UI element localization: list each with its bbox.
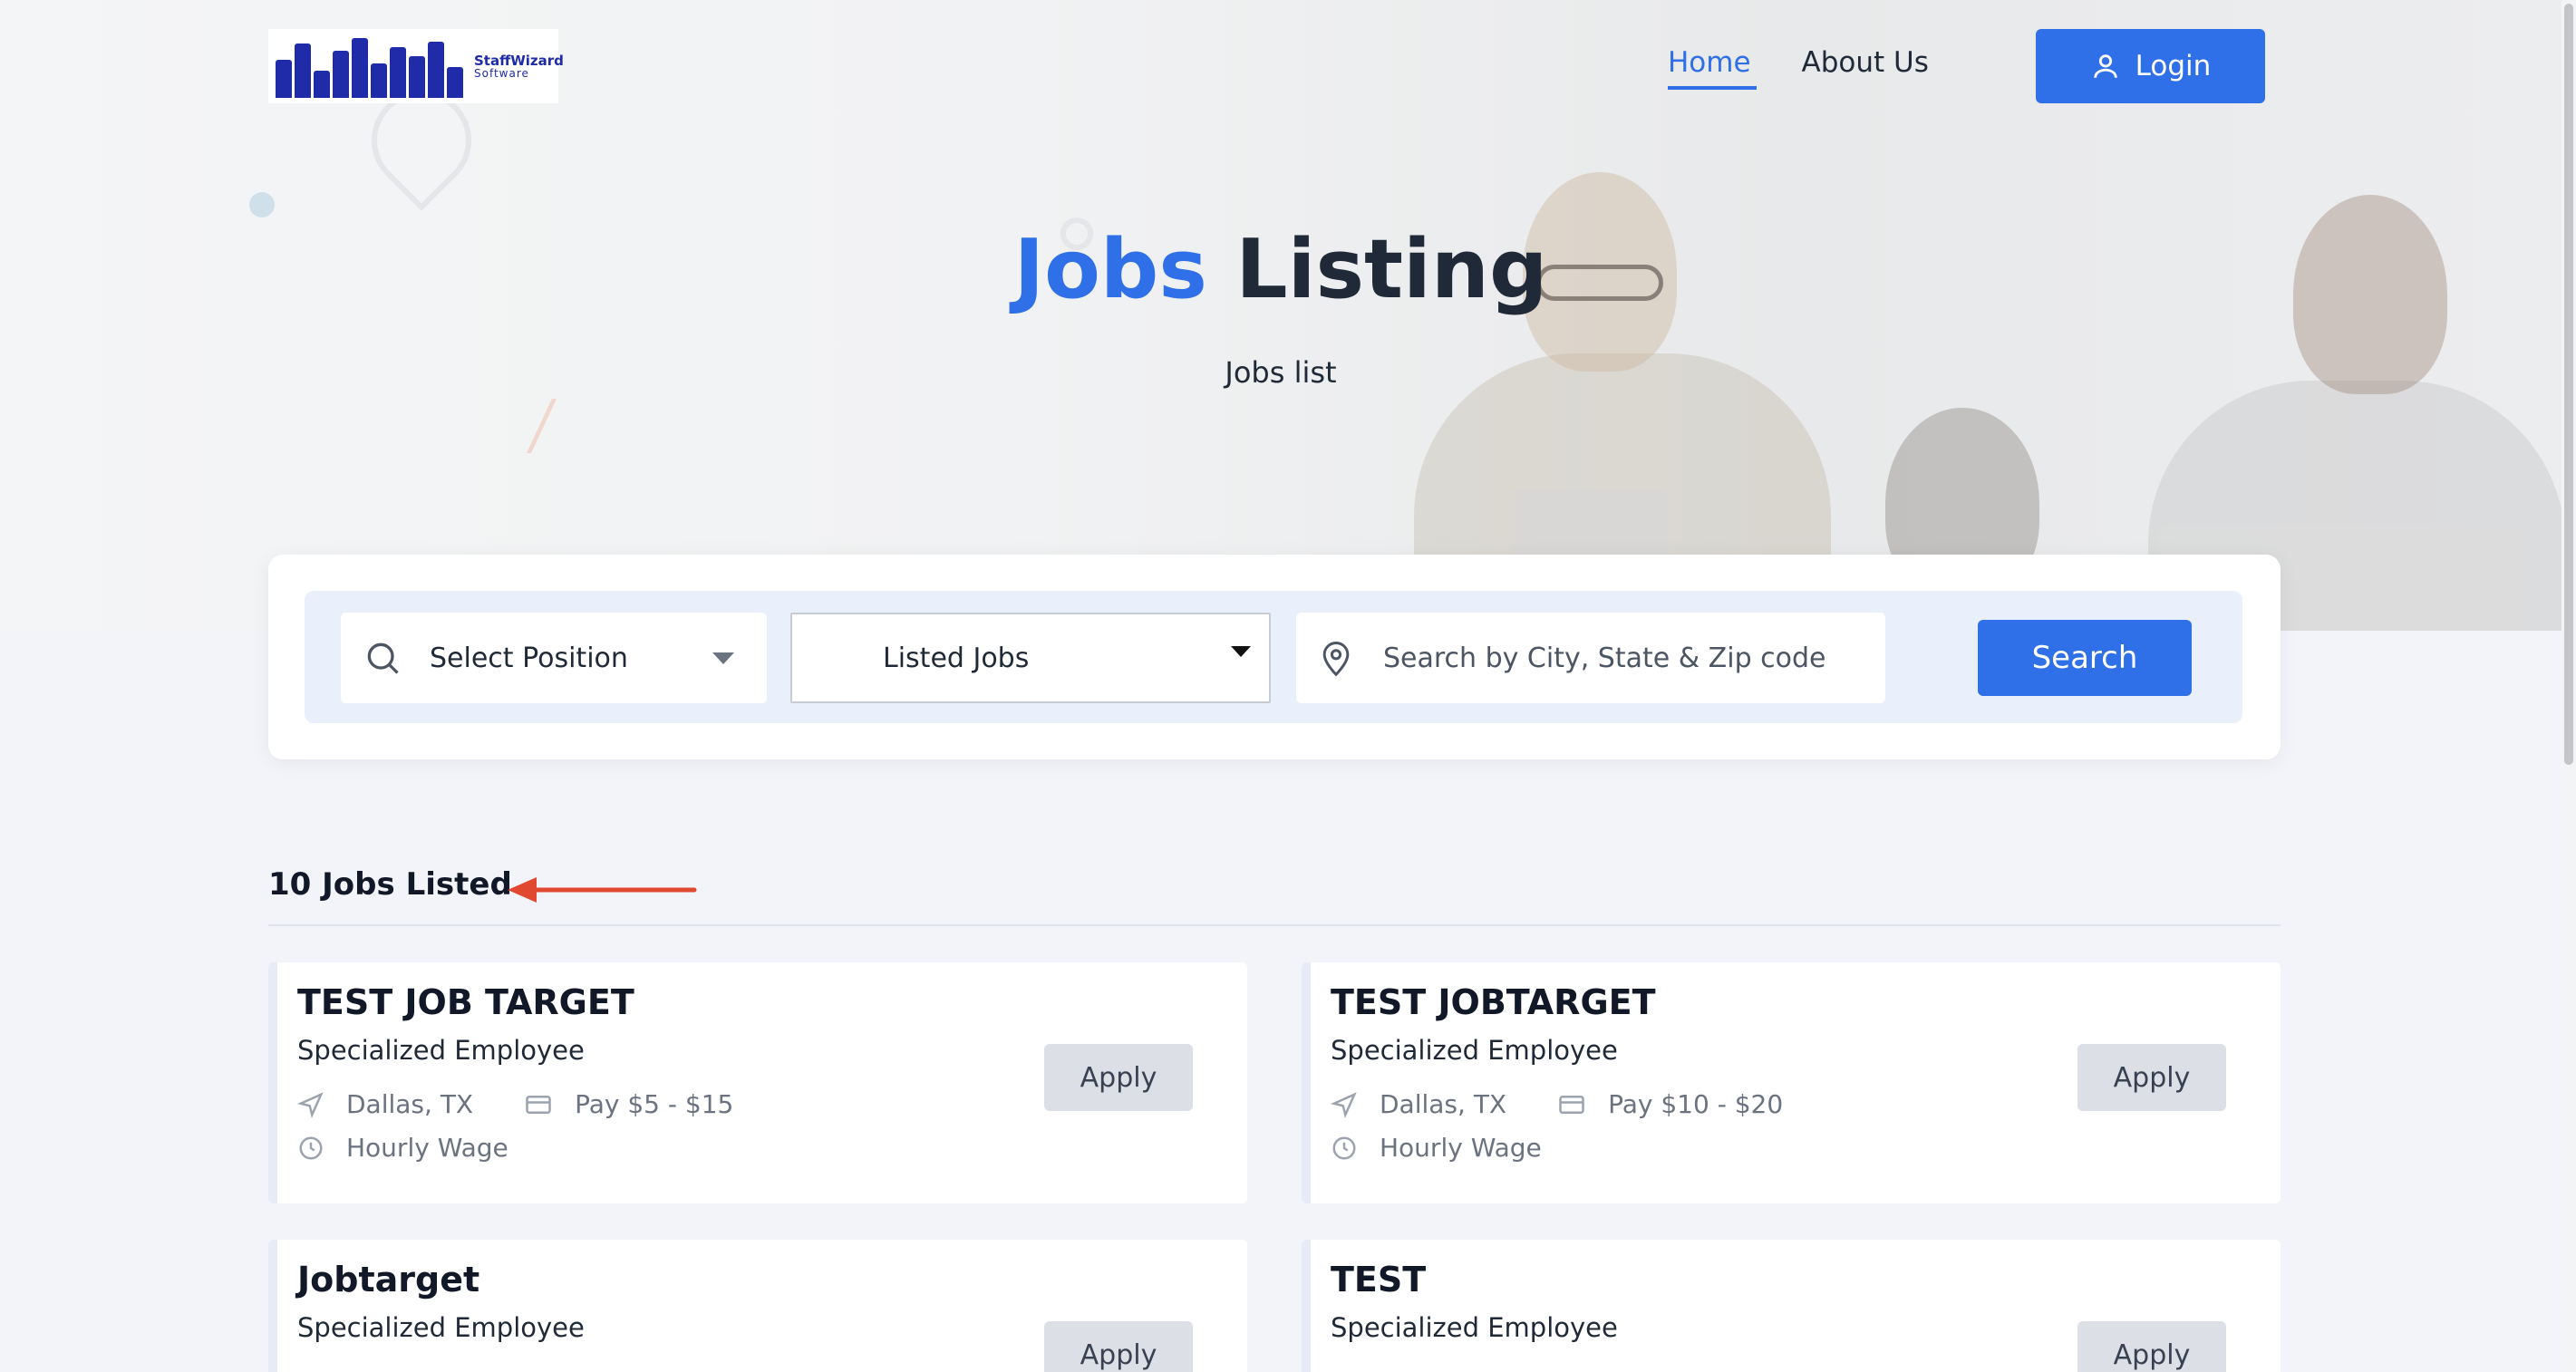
job-position: Specialized Employee <box>1331 1035 1618 1066</box>
chevron-down-icon <box>712 652 734 664</box>
job-meta-wage: Hourly Wage <box>1331 1133 1542 1163</box>
logo-subtext: Software <box>474 66 529 80</box>
job-location: Dallas, TX <box>1380 1089 1507 1119</box>
position-select[interactable]: Select Position <box>341 613 767 703</box>
job-meta-wage: Hourly Wage <box>297 1133 508 1163</box>
job-pay: Pay $10 - $20 <box>1608 1089 1784 1119</box>
job-card[interactable]: TEST JOBTARGET Specialized Employee Dall… <box>1302 962 2281 1203</box>
page-title-accent: Jobs <box>1013 222 1207 317</box>
logo-mark-icon <box>276 34 463 98</box>
clock-icon <box>299 1136 323 1159</box>
credit-card-icon <box>526 1095 551 1114</box>
page-title-rest: Listing <box>1235 222 1548 317</box>
job-title[interactable]: TEST JOBTARGET <box>1331 982 1656 1022</box>
map-pin-icon <box>1322 642 1350 677</box>
job-location: Dallas, TX <box>346 1089 474 1119</box>
job-wage-type: Hourly Wage <box>1380 1133 1542 1163</box>
scrollbar-thumb[interactable] <box>2564 4 2573 765</box>
navigation-icon <box>297 1091 324 1118</box>
location-input-placeholder: Search by City, State & Zip code <box>1383 642 1826 674</box>
job-position: Specialized Employee <box>297 1312 585 1343</box>
job-pay: Pay $5 - $15 <box>575 1089 734 1119</box>
nav-home[interactable]: Home <box>1668 46 1757 90</box>
job-card[interactable]: TEST Specialized Employee Apply <box>1302 1240 2281 1372</box>
search-icon <box>367 643 399 674</box>
job-meta: Dallas, TX Pay $10 - $20 <box>1331 1089 1783 1119</box>
chevron-down-icon <box>1231 646 1251 657</box>
position-select-value: Select Position <box>430 642 628 674</box>
job-title[interactable]: TEST JOB TARGET <box>297 982 634 1022</box>
search-button[interactable]: Search <box>1978 620 2192 696</box>
search-bar: Select Position Listed Jobs Search by Ci… <box>305 591 2242 723</box>
apply-button[interactable]: Apply <box>1044 1044 1193 1111</box>
decorative-lines <box>527 399 588 453</box>
credit-card-icon <box>1559 1095 1584 1114</box>
job-title[interactable]: Jobtarget <box>297 1260 479 1300</box>
logo[interactable]: StaffWizard Software <box>268 29 564 103</box>
job-card[interactable]: Jobtarget Specialized Employee Apply <box>268 1240 1247 1372</box>
navigation-icon <box>1331 1091 1357 1118</box>
job-meta: Dallas, TX Pay $5 - $15 <box>297 1089 733 1119</box>
divider <box>268 924 2281 926</box>
annotation-arrow-icon <box>508 877 697 903</box>
job-card[interactable]: TEST JOB TARGET Specialized Employee Dal… <box>268 962 1247 1203</box>
search-card: Select Position Listed Jobs Search by Ci… <box>268 555 2281 759</box>
job-title[interactable]: TEST <box>1331 1260 1426 1300</box>
listing-select[interactable]: Listed Jobs <box>790 613 1271 703</box>
apply-button[interactable]: Apply <box>2077 1321 2226 1372</box>
apply-button[interactable]: Apply <box>2077 1044 2226 1111</box>
clock-icon <box>1332 1136 1356 1159</box>
login-button[interactable]: Login <box>2036 29 2265 103</box>
apply-button[interactable]: Apply <box>1044 1321 1193 1372</box>
page-title: Jobs Listing <box>0 222 2561 317</box>
page-subtitle: Jobs list <box>1225 355 1337 390</box>
jobs-count: 10 Jobs Listed <box>268 866 512 903</box>
user-icon <box>2093 54 2117 78</box>
decorative-dot <box>249 192 275 217</box>
job-position: Specialized Employee <box>297 1035 585 1066</box>
main-nav: Home About Us <box>1668 29 1980 103</box>
listing-select-value: Listed Jobs <box>883 642 1030 674</box>
logo-text: StaffWizard <box>474 52 564 69</box>
job-position: Specialized Employee <box>1331 1312 1618 1343</box>
nav-about-us[interactable]: About Us <box>1802 46 1929 86</box>
location-input[interactable]: Search by City, State & Zip code <box>1296 613 1885 703</box>
job-wage-type: Hourly Wage <box>346 1133 508 1163</box>
scrollbar[interactable] <box>2561 0 2576 1372</box>
login-label: Login <box>2135 50 2212 82</box>
